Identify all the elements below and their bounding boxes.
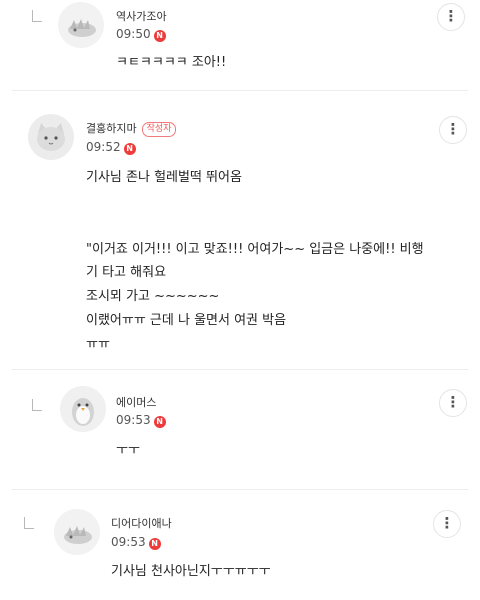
comment-time: 09:52 N bbox=[86, 140, 136, 155]
more-options-button[interactable]: ⋮ bbox=[437, 3, 465, 31]
reply-indicator-icon bbox=[32, 10, 42, 22]
comment-time: 09:53 N bbox=[116, 413, 166, 428]
more-options-button[interactable]: ⋮ bbox=[439, 389, 467, 417]
avatar[interactable] bbox=[60, 386, 106, 432]
new-badge: N bbox=[148, 538, 161, 550]
avatar[interactable] bbox=[28, 114, 74, 160]
comment-time: 09:53 N bbox=[111, 535, 161, 550]
comment-text-line: 기사님 존나 헐레벌떡 뛰어옴 bbox=[86, 170, 242, 185]
comment-text: ㅜㅜ bbox=[116, 443, 140, 458]
divider bbox=[12, 489, 468, 490]
avatar[interactable] bbox=[54, 509, 100, 555]
comment-text-line: "이거죠 이거!!! 이고 맞죠!!! 어여가~~ 입금은 나중에!! 비행 bbox=[86, 242, 424, 257]
nickname-link[interactable]: 결홍하지마 bbox=[86, 122, 137, 135]
new-badge: N bbox=[153, 30, 166, 42]
avatar[interactable] bbox=[58, 2, 104, 48]
comment-nickname[interactable]: 에이머스 bbox=[116, 394, 156, 410]
timestamp: 09:50 bbox=[116, 27, 151, 41]
comment-text-line: 기 타고 해줘요 bbox=[86, 265, 167, 280]
divider bbox=[12, 90, 468, 91]
comment-text-line: ㅠㅠ bbox=[86, 337, 110, 352]
comment-nickname[interactable]: 디어다이애나 bbox=[111, 515, 172, 531]
reply-indicator-icon bbox=[32, 399, 42, 411]
comment-nickname: 결홍하지마 작성자 bbox=[86, 120, 177, 137]
author-badge: 작성자 bbox=[141, 122, 177, 137]
divider bbox=[12, 369, 468, 370]
new-badge: N bbox=[123, 143, 136, 155]
cat-avatar-icon bbox=[28, 114, 74, 160]
comment-text: ㅋㅌㅋㅋㅋㅋ 조아!! bbox=[116, 55, 227, 70]
comment-text-line: 조시뫼 가고 ~~~~~~ bbox=[86, 289, 220, 304]
reply-indicator-icon bbox=[24, 517, 34, 529]
timestamp: 09:53 bbox=[111, 535, 146, 549]
comment-time: 09:50 N bbox=[116, 27, 166, 42]
timestamp: 09:53 bbox=[116, 413, 151, 427]
dinosaur-avatar-icon bbox=[54, 509, 100, 555]
penguin-avatar-icon bbox=[60, 386, 106, 432]
comment-text: 기사님 천사아닌지ㅜㅜㅠㅜㅜ bbox=[111, 564, 271, 579]
comment-nickname[interactable]: 역사가조아 bbox=[116, 8, 167, 24]
more-options-button[interactable]: ⋮ bbox=[433, 510, 461, 538]
timestamp: 09:52 bbox=[86, 140, 121, 154]
more-options-button[interactable]: ⋮ bbox=[439, 116, 467, 144]
new-badge: N bbox=[153, 416, 166, 428]
comment-text-line: 이랬어ㅠㅠ 근데 나 울면서 여권 박음 bbox=[86, 313, 287, 328]
dinosaur-avatar-icon bbox=[68, 19, 96, 37]
